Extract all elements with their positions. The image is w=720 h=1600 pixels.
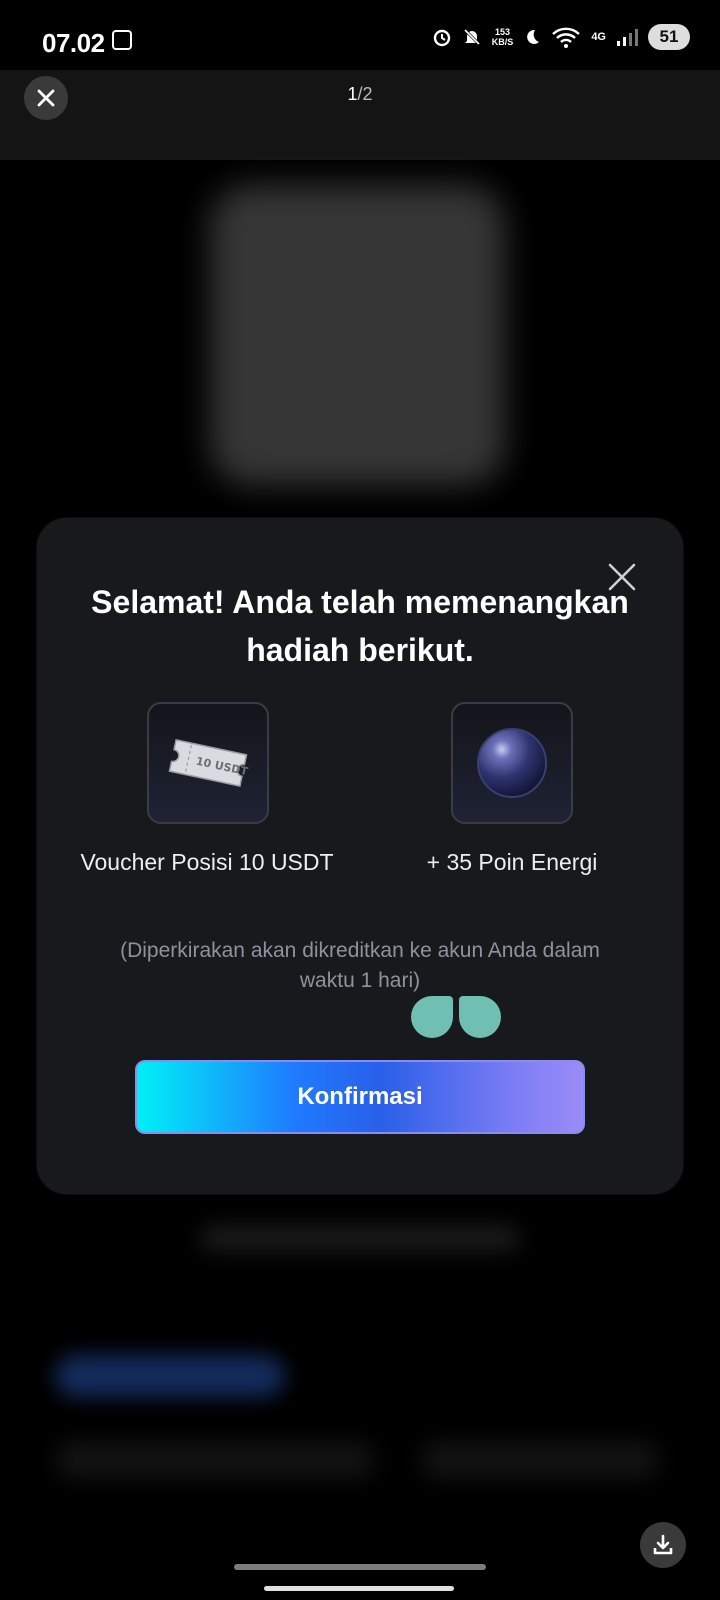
signal-icon bbox=[617, 29, 638, 46]
wifi-icon bbox=[552, 27, 581, 48]
download-button[interactable] bbox=[640, 1522, 686, 1568]
decorative-leaf bbox=[411, 996, 453, 1038]
network-type: 4G bbox=[591, 31, 606, 43]
status-time: 07.02 bbox=[42, 28, 105, 58]
blurred-background-image bbox=[210, 185, 505, 485]
moon-icon bbox=[527, 29, 540, 44]
notification-app-icon bbox=[112, 30, 132, 50]
reward-card-voucher: 10 USDT bbox=[147, 702, 269, 824]
credit-note: (Diperkirakan akan dikreditkan ke akun A… bbox=[120, 939, 600, 992]
battery-indicator: 51 bbox=[648, 24, 690, 50]
reward-name-energy: + 35 Poin Energi bbox=[426, 849, 598, 875]
reward-card-energy bbox=[451, 702, 573, 824]
page-indicator: 1/2 bbox=[0, 84, 720, 105]
blurred-background-row bbox=[55, 1440, 375, 1480]
page-total: /2 bbox=[357, 84, 373, 104]
status-bar: 07.02 153 KB/S 4G 51 bbox=[0, 0, 720, 70]
download-icon bbox=[653, 1534, 673, 1555]
decorative-leaf bbox=[459, 996, 501, 1038]
gesture-navigation-bar[interactable] bbox=[264, 1586, 454, 1591]
alarm-icon bbox=[433, 29, 450, 47]
reward-name-voucher: Voucher Posisi 10 USDT bbox=[80, 849, 334, 875]
status-left-icons bbox=[112, 30, 132, 50]
reward-dialog: Selamat! Anda telah memenangkan hadiah b… bbox=[37, 518, 683, 1194]
status-right-icons: 153 KB/S 4G 51 bbox=[432, 24, 690, 50]
voucher-ticket-icon: 10 USDT bbox=[168, 738, 249, 788]
mute-bell-icon bbox=[463, 28, 480, 46]
viewer-header: 1/2 bbox=[0, 70, 720, 160]
page-current: 1 bbox=[347, 84, 358, 104]
confirm-button[interactable]: Konfirmasi bbox=[135, 1060, 585, 1134]
net-speed: 153 KB/S bbox=[491, 27, 514, 47]
blurred-background-button bbox=[55, 1355, 285, 1397]
blurred-background-text bbox=[200, 1225, 520, 1251]
dialog-title: Selamat! Anda telah memenangkan hadiah b… bbox=[91, 584, 629, 668]
energy-orb-icon bbox=[477, 728, 547, 798]
blurred-background-row bbox=[420, 1440, 660, 1480]
sheet-handle bbox=[234, 1564, 486, 1570]
